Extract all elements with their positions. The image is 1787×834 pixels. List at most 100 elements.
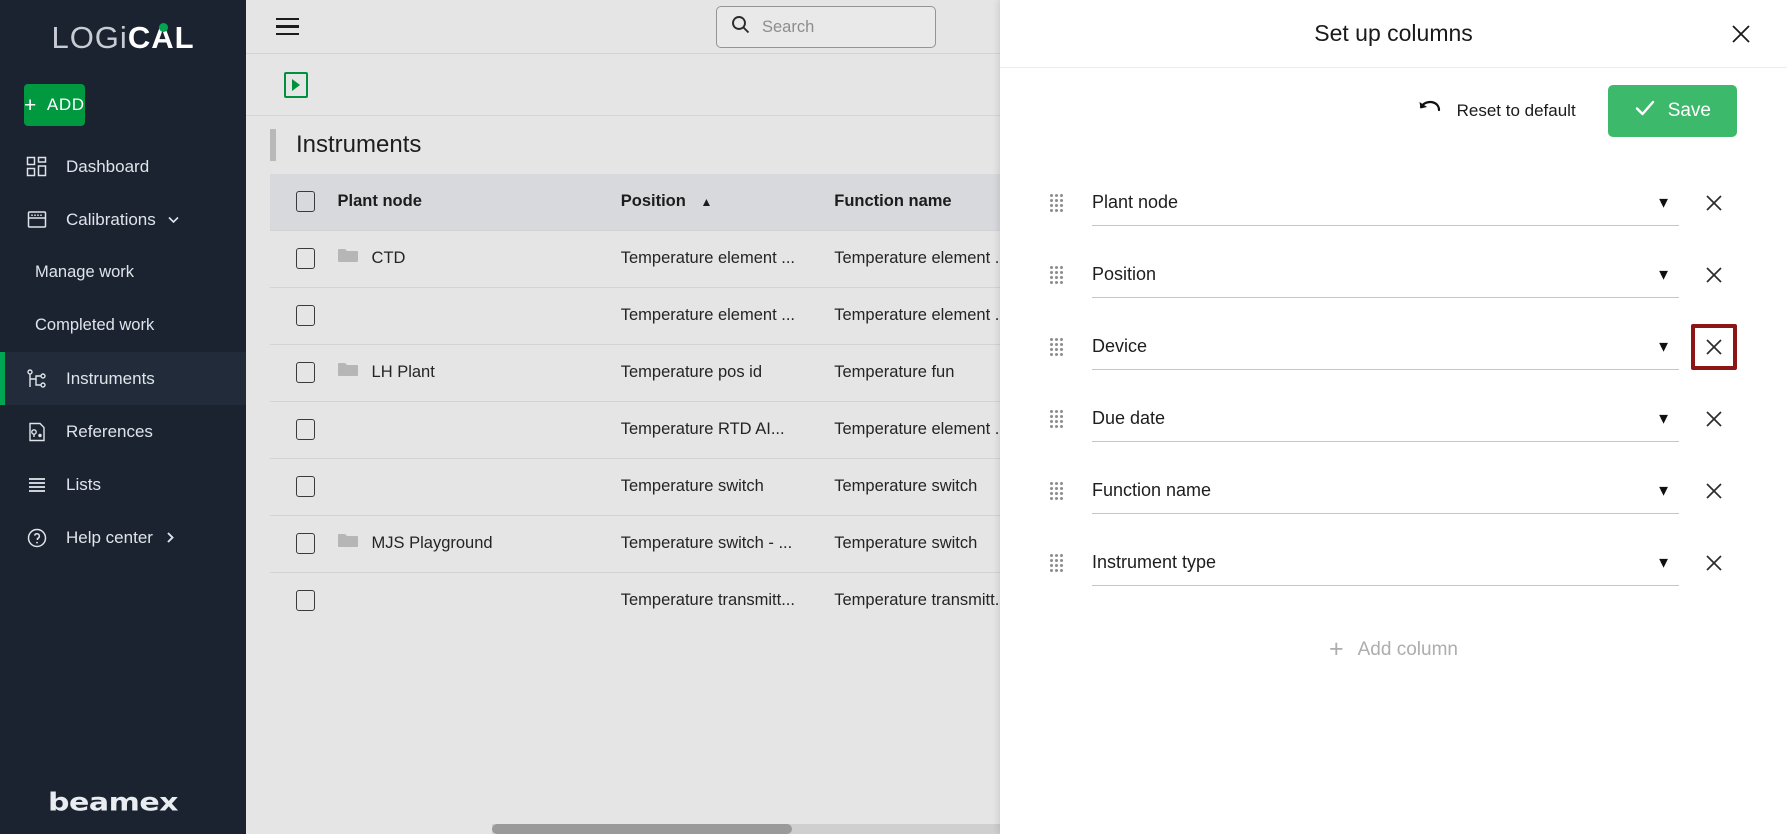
beamex-logo: beamex [48, 788, 179, 817]
column-select-function-name[interactable]: Function name ▼ [1092, 468, 1679, 514]
logo-text-i: i [119, 20, 128, 55]
sidebar-item-help-center[interactable]: Help center [0, 511, 246, 564]
row-checkbox[interactable] [296, 248, 315, 269]
cell-position: Temperature switch [620, 477, 764, 495]
search-box[interactable] [716, 6, 936, 48]
remove-column-button-device[interactable] [1691, 324, 1737, 370]
sidebar-item-instruments[interactable]: Instruments [0, 352, 246, 405]
drag-handle-icon[interactable] [1050, 338, 1066, 356]
remove-column-button[interactable] [1691, 540, 1737, 586]
column-select-position[interactable]: Position ▼ [1092, 252, 1679, 298]
cell-plant-node-label: CTD [371, 249, 406, 267]
row-select-cell [270, 230, 338, 287]
lists-icon [24, 472, 50, 498]
page-title: Instruments [296, 131, 422, 158]
sidebar-item-lists[interactable]: Lists [0, 458, 246, 511]
cell-position: Temperature RTD AI... [620, 420, 785, 438]
column-select-instrument-type[interactable]: Instrument type ▼ [1092, 540, 1679, 586]
chevron-down-icon[interactable] [166, 212, 181, 227]
row-checkbox[interactable] [296, 362, 315, 383]
sort-asc-icon: ▲ [700, 195, 713, 210]
cell-plant-node: LH Plant [337, 344, 621, 401]
add-column-button[interactable]: + Add column [1050, 637, 1737, 662]
row-checkbox[interactable] [296, 305, 315, 326]
save-button-label: Save [1667, 99, 1711, 121]
help-icon [24, 525, 50, 551]
reset-to-default-label: Reset to default [1456, 100, 1576, 120]
undo-arrow-icon [1417, 98, 1443, 123]
column-row-device: Device ▼ [1050, 311, 1737, 383]
chevron-down-icon[interactable]: ▼ [1656, 266, 1671, 283]
drag-handle-icon[interactable] [1050, 554, 1066, 572]
setup-columns-panel: Set up columns Reset to default Save Pla… [1000, 0, 1787, 834]
column-label: Position [1092, 264, 1157, 284]
hamburger-icon[interactable] [276, 17, 299, 36]
remove-column-button[interactable] [1691, 180, 1737, 226]
close-icon[interactable] [1725, 18, 1757, 50]
chevron-down-icon[interactable]: ▼ [1656, 194, 1671, 211]
chevron-down-icon[interactable]: ▼ [1656, 482, 1671, 499]
cell-plant-node: MJS Playground [337, 515, 621, 572]
column-row-position: Position ▼ [1050, 239, 1737, 311]
sidebar-item-label: References [66, 421, 153, 441]
sidebar-item-references[interactable]: References [0, 405, 246, 458]
search-input[interactable] [762, 17, 912, 37]
references-icon [24, 419, 50, 445]
row-checkbox[interactable] [296, 590, 315, 612]
sidebar-item-calibrations[interactable]: Calibrations [0, 193, 246, 246]
column-select-device[interactable]: Device ▼ [1092, 324, 1679, 370]
column-label: Function name [1092, 480, 1212, 500]
cell-plant-node [338, 287, 621, 344]
sidebar-item-completed-work[interactable]: Completed work [0, 299, 246, 352]
title-accent-bar [270, 129, 276, 161]
remove-column-button[interactable] [1691, 468, 1737, 514]
column-row-function-name: Function name ▼ [1050, 455, 1737, 527]
cell-plant-node [338, 458, 621, 515]
check-icon [1634, 97, 1656, 125]
sidebar-item-manage-work[interactable]: Manage work [0, 246, 246, 299]
row-select-cell [270, 401, 338, 458]
chevron-down-icon[interactable]: ▼ [1656, 410, 1671, 427]
sidebar-nav: Dashboard Calibrations Manage work Compl… [0, 140, 246, 564]
reset-to-default-button[interactable]: Reset to default [1417, 98, 1576, 123]
column-header-plant-node[interactable]: Plant node [338, 174, 621, 230]
drag-handle-icon[interactable] [1050, 482, 1066, 500]
add-button[interactable]: + ADD [24, 84, 85, 126]
select-all-checkbox[interactable] [296, 191, 315, 213]
search-icon [731, 15, 750, 39]
sidebar-item-label: Completed work [35, 316, 155, 334]
chevron-down-icon[interactable]: ▼ [1656, 554, 1671, 571]
column-select-due-date[interactable]: Due date ▼ [1092, 396, 1679, 442]
remove-column-button[interactable] [1691, 252, 1737, 298]
panel-header: Set up columns [1000, 0, 1787, 68]
chevron-down-icon[interactable]: ▼ [1656, 338, 1671, 355]
folder-icon [337, 248, 358, 269]
expand-play-icon[interactable] [284, 71, 308, 98]
column-row-due-date: Due date ▼ [1050, 383, 1737, 455]
sidebar-item-label: Help center [66, 527, 153, 547]
save-button[interactable]: Save [1607, 84, 1737, 137]
row-checkbox[interactable] [296, 476, 315, 497]
remove-column-button[interactable] [1691, 396, 1737, 442]
panel-actions: Reset to default Save [1000, 68, 1787, 153]
scrollbar-thumb[interactable] [492, 824, 792, 834]
chevron-right-icon[interactable] [163, 530, 178, 545]
sidebar-item-dashboard[interactable]: Dashboard [0, 140, 246, 193]
column-label: Plant node [1092, 192, 1179, 212]
drag-handle-icon[interactable] [1050, 266, 1066, 284]
row-checkbox[interactable] [296, 533, 315, 554]
drag-handle-icon[interactable] [1050, 194, 1066, 212]
row-checkbox[interactable] [296, 419, 315, 440]
dashboard-icon [24, 154, 50, 180]
drag-handle-icon[interactable] [1050, 410, 1066, 428]
column-header-position[interactable]: Position ▲ [621, 174, 835, 230]
cell-plant-node [338, 572, 621, 629]
row-select-cell [270, 287, 338, 344]
row-select-cell [270, 572, 338, 629]
cell-position: Temperature transmitt... [620, 591, 795, 610]
folder-icon [337, 362, 358, 383]
column-select-plant-node[interactable]: Plant node ▼ [1092, 180, 1679, 226]
sidebar-item-label: Instruments [66, 368, 155, 388]
cell-position: Temperature pos id [620, 363, 762, 381]
application-root: LOGiCAL + ADD Dashboard Calibrations Man… [0, 0, 1787, 834]
